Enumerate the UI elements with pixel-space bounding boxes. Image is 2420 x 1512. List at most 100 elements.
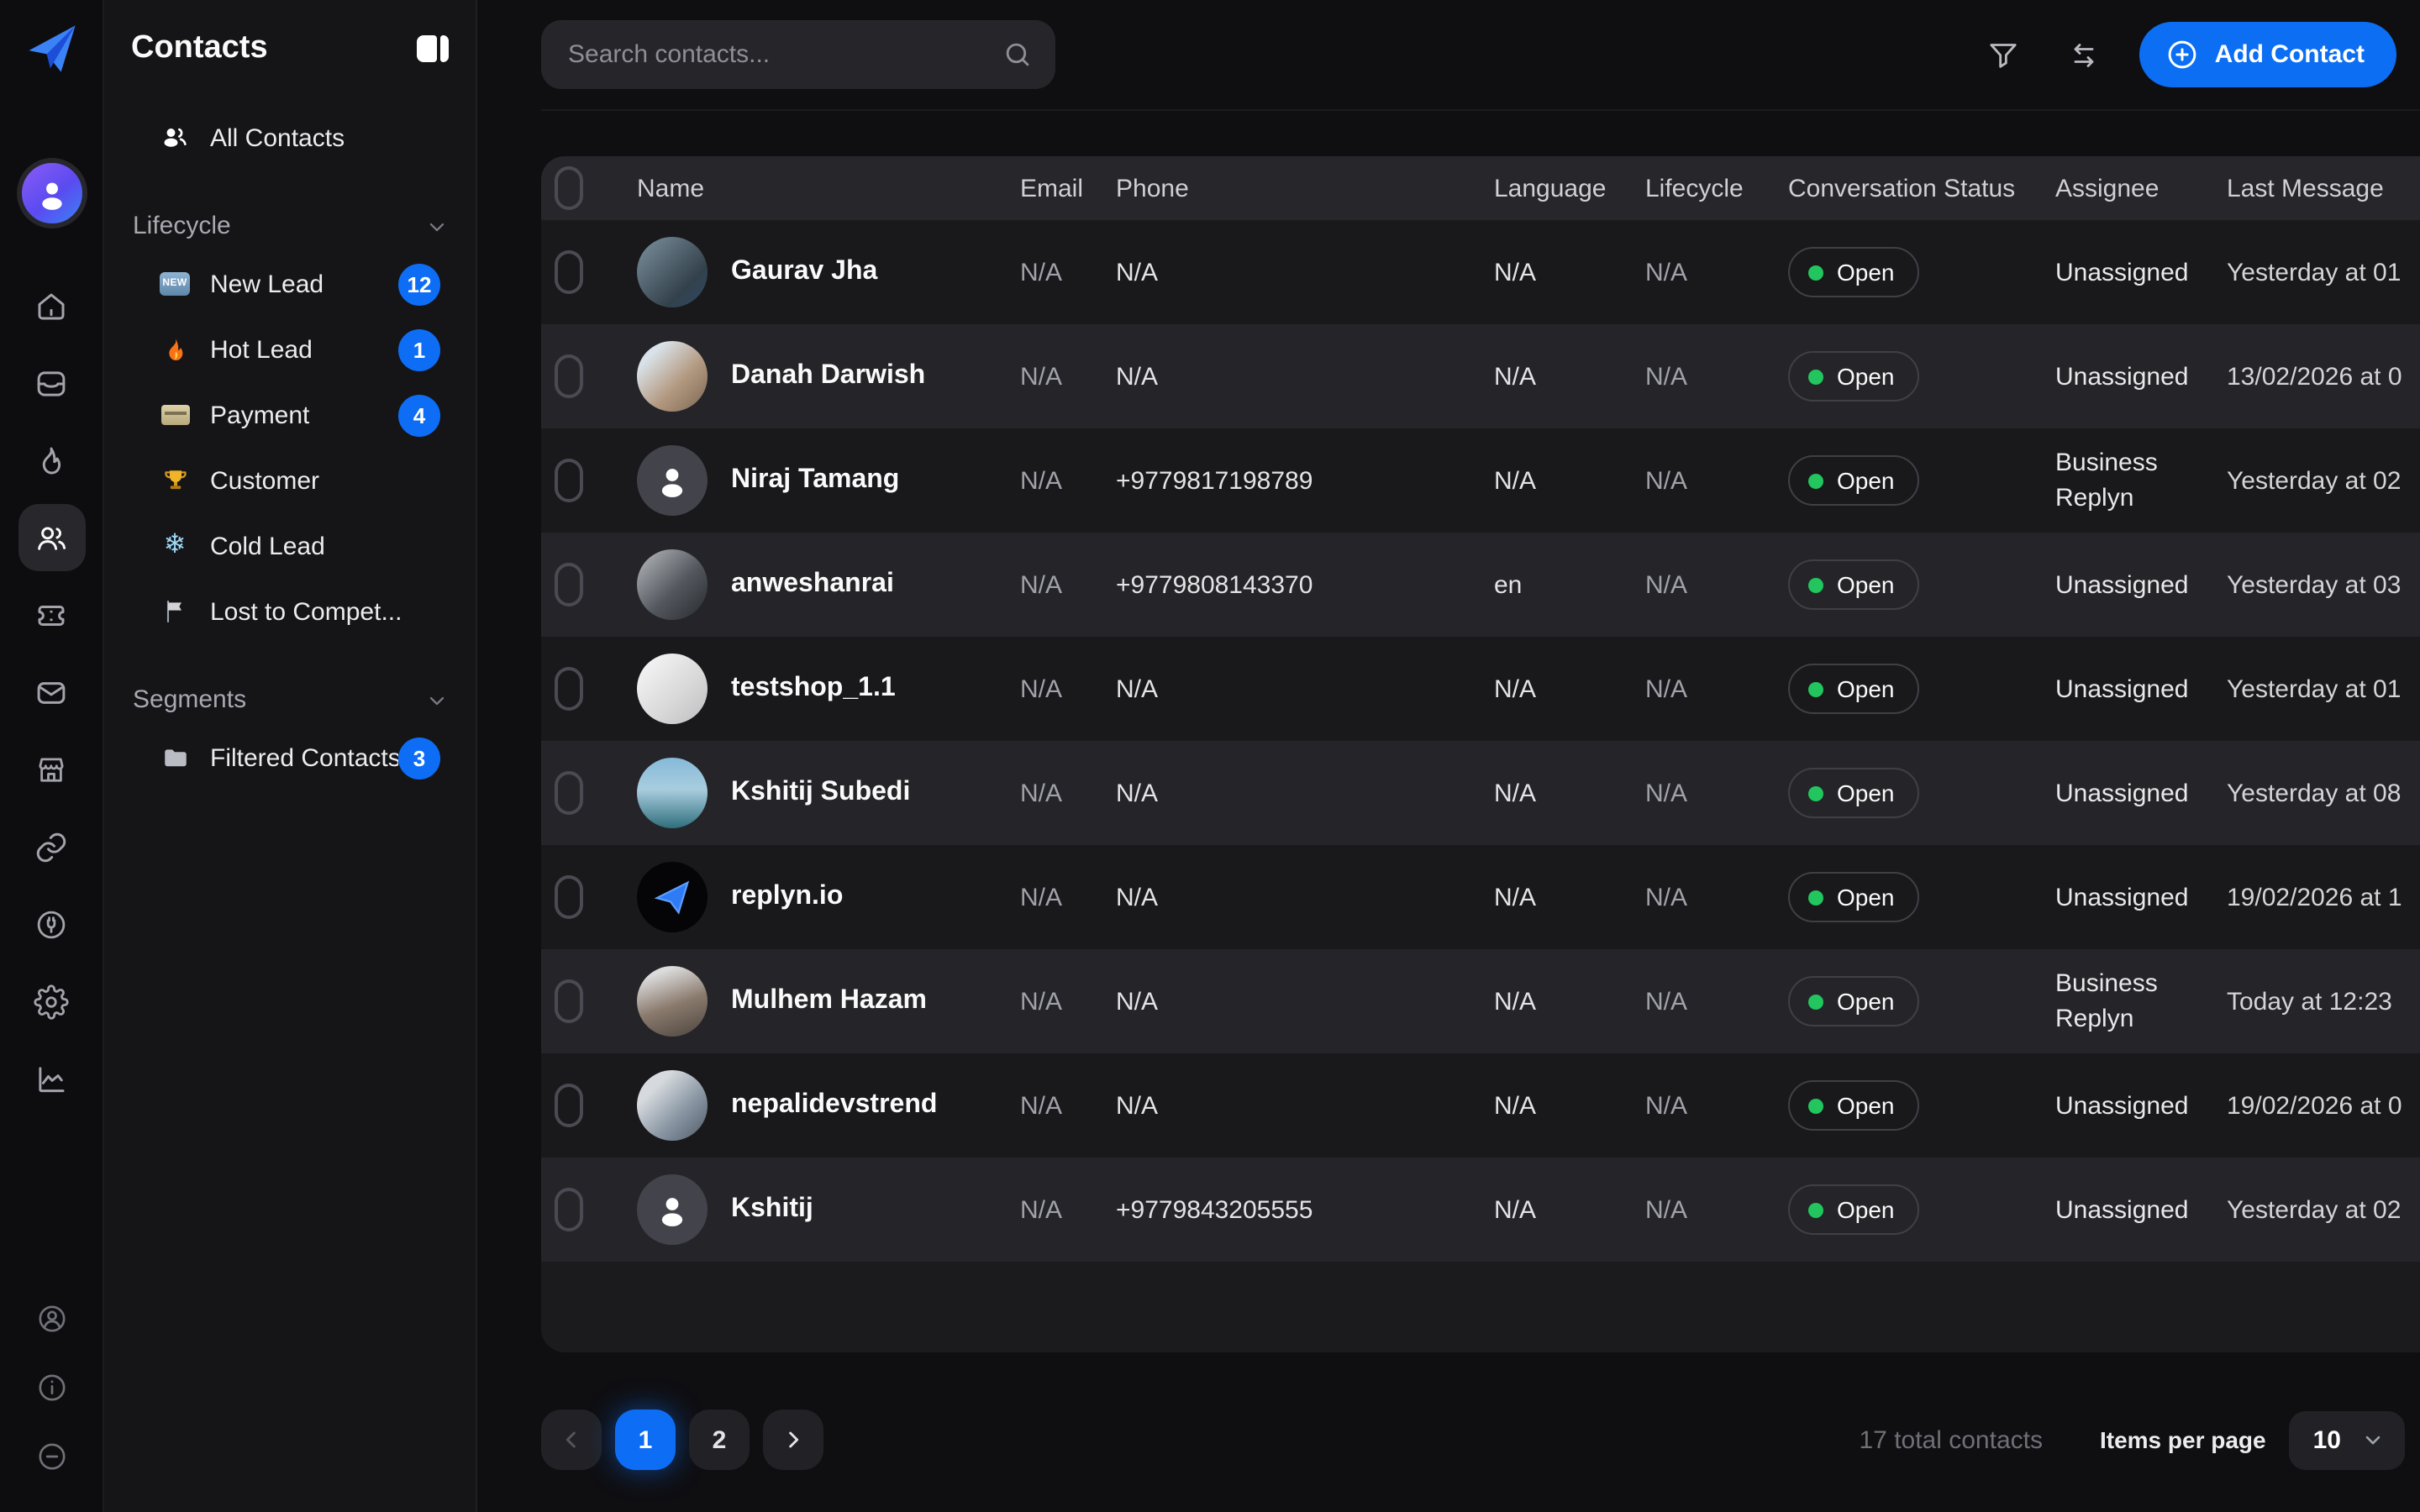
contact-lifecycle: N/A [1645, 362, 1788, 391]
table-row[interactable]: Gaurav Jha N/A N/A N/A N/A Open Unassign… [541, 220, 2420, 324]
search-input[interactable] [541, 20, 1055, 89]
contact-email: N/A [1020, 570, 1116, 599]
home-icon[interactable] [18, 272, 85, 339]
status-dot-icon [1808, 369, 1823, 384]
contact-email: N/A [1020, 258, 1116, 286]
table-row[interactable]: Danah Darwish N/A N/A N/A N/A Open Unass… [541, 324, 2420, 428]
contact-lifecycle: N/A [1645, 1091, 1788, 1120]
items-per-page-label: Items per page [2100, 1426, 2266, 1453]
ticket-icon[interactable] [18, 581, 85, 648]
sidebar-item-new-lead[interactable]: NEWNew Lead12 [124, 254, 455, 314]
contact-lifecycle: N/A [1645, 466, 1788, 495]
select-all-checkbox[interactable] [555, 166, 583, 210]
table-row[interactable]: replyn.io N/A N/A N/A N/A Open Unassigne… [541, 845, 2420, 949]
contact-email: N/A [1020, 883, 1116, 911]
sidebar-item-filtered-contacts[interactable]: Filtered Contacts3 [124, 727, 455, 788]
row-checkbox[interactable] [555, 1084, 583, 1127]
contact-name: Gaurav Jha [731, 257, 877, 287]
minimize-icon[interactable] [23, 1428, 80, 1485]
collapse-sidebar-button[interactable] [413, 32, 452, 66]
section-header-lifecycle[interactable]: Lifecycle [133, 212, 449, 240]
filter-funnel-icon[interactable] [1978, 29, 2028, 80]
contacts-table: Name Email Phone Language Lifecycle Conv… [541, 156, 2420, 1352]
contact-assignee: Unassigned [2055, 879, 2227, 915]
pager: 1 2 [541, 1410, 823, 1470]
contact-last-message: Yesterday at 03 [2227, 570, 2420, 599]
page-1-button[interactable]: 1 [615, 1410, 676, 1470]
contact-avatar [637, 1174, 708, 1245]
contact-lifecycle: N/A [1645, 1195, 1788, 1224]
contact-name: Danah Darwish [731, 361, 925, 391]
contact-name: Kshitij Subedi [731, 778, 910, 808]
plug-icon[interactable] [18, 890, 85, 958]
contact-name: nepalidevstrend [731, 1090, 937, 1121]
next-page-button[interactable] [763, 1410, 823, 1470]
prev-page-button[interactable] [541, 1410, 602, 1470]
status-dot-icon [1808, 1098, 1823, 1113]
workspace-avatar[interactable] [16, 158, 87, 228]
store-icon[interactable] [18, 736, 85, 803]
contact-name: testshop_1.1 [731, 674, 896, 704]
table-row[interactable]: testshop_1.1 N/A N/A N/A N/A Open Unassi… [541, 637, 2420, 741]
table-row[interactable]: Mulhem Hazam N/A N/A N/A N/A Open Busine… [541, 949, 2420, 1053]
contact-name: Niraj Tamang [731, 465, 899, 496]
sidebar-item-payment[interactable]: Payment4 [124, 385, 455, 445]
account-icon[interactable] [23, 1290, 80, 1347]
contact-assignee: Unassigned [2055, 671, 2227, 706]
contacts-icon[interactable] [18, 504, 85, 571]
add-contact-button[interactable]: Add Contact [2139, 22, 2396, 87]
inbox-icon[interactable] [18, 349, 85, 417]
table-row[interactable]: nepalidevstrend N/A N/A N/A N/A Open Una… [541, 1053, 2420, 1158]
flame-icon[interactable] [18, 427, 85, 494]
table-row[interactable]: Niraj Tamang N/A +9779817198789 N/A N/A … [541, 428, 2420, 533]
row-checkbox[interactable] [555, 459, 583, 502]
contact-language: N/A [1494, 258, 1645, 286]
snowflake-icon: ❄ [160, 531, 190, 561]
sidebar-item-cold-lead[interactable]: ❄Cold Lead [124, 516, 455, 576]
section-header-segments[interactable]: Segments [133, 685, 449, 714]
contact-language: N/A [1494, 1091, 1645, 1120]
sidebar-item-lost-to-compet-[interactable]: Lost to Compet... [124, 581, 455, 642]
sidebar-item-all-contacts[interactable]: All Contacts [124, 108, 455, 168]
info-icon[interactable] [23, 1359, 80, 1416]
row-checkbox[interactable] [555, 979, 583, 1023]
sidebar-item-hot-lead[interactable]: Hot Lead1 [124, 319, 455, 380]
page-title: Contacts [131, 30, 268, 67]
contact-name: Kshitij [731, 1194, 813, 1225]
items-per-page-value: 10 [2313, 1425, 2341, 1454]
row-checkbox[interactable] [555, 875, 583, 919]
sort-swap-icon[interactable] [2059, 29, 2109, 80]
folder-icon [160, 743, 190, 773]
row-checkbox[interactable] [555, 354, 583, 398]
row-checkbox[interactable] [555, 250, 583, 294]
contact-name: Mulhem Hazam [731, 986, 927, 1016]
column-header-conversation-status: Conversation Status [1788, 174, 2055, 202]
row-checkbox[interactable] [555, 1188, 583, 1231]
mail-icon[interactable] [18, 659, 85, 726]
row-checkbox[interactable] [555, 563, 583, 606]
contact-avatar [637, 862, 708, 932]
contact-phone: N/A [1116, 883, 1494, 911]
analytics-chart-icon[interactable] [18, 1045, 85, 1112]
sidebar-item-customer[interactable]: Customer [124, 450, 455, 511]
contact-language: N/A [1494, 987, 1645, 1016]
row-checkbox[interactable] [555, 771, 583, 815]
contact-lifecycle: N/A [1645, 883, 1788, 911]
contact-avatar [637, 654, 708, 724]
count-badge: 4 [398, 394, 440, 436]
contact-last-message: Yesterday at 01 [2227, 258, 2420, 286]
new-badge-icon: NEW [160, 269, 190, 299]
contact-lifecycle: N/A [1645, 258, 1788, 286]
settings-gear-icon[interactable] [18, 968, 85, 1035]
table-row[interactable]: Kshitij N/A +9779843205555 N/A N/A Open … [541, 1158, 2420, 1262]
app-logo-icon[interactable] [23, 20, 80, 77]
page-2-button[interactable]: 2 [689, 1410, 750, 1470]
table-row[interactable]: Kshitij Subedi N/A N/A N/A N/A Open Unas… [541, 741, 2420, 845]
contact-phone: +9779843205555 [1116, 1195, 1494, 1224]
status-badge: Open [1788, 455, 1920, 506]
row-checkbox[interactable] [555, 667, 583, 711]
main-content: Add Contact Name Email Phone Language Li… [477, 0, 2420, 1512]
table-row[interactable]: anweshanrai N/A +9779808143370 en N/A Op… [541, 533, 2420, 637]
items-per-page-select[interactable]: 10 [2290, 1410, 2405, 1469]
link-icon[interactable] [18, 813, 85, 880]
